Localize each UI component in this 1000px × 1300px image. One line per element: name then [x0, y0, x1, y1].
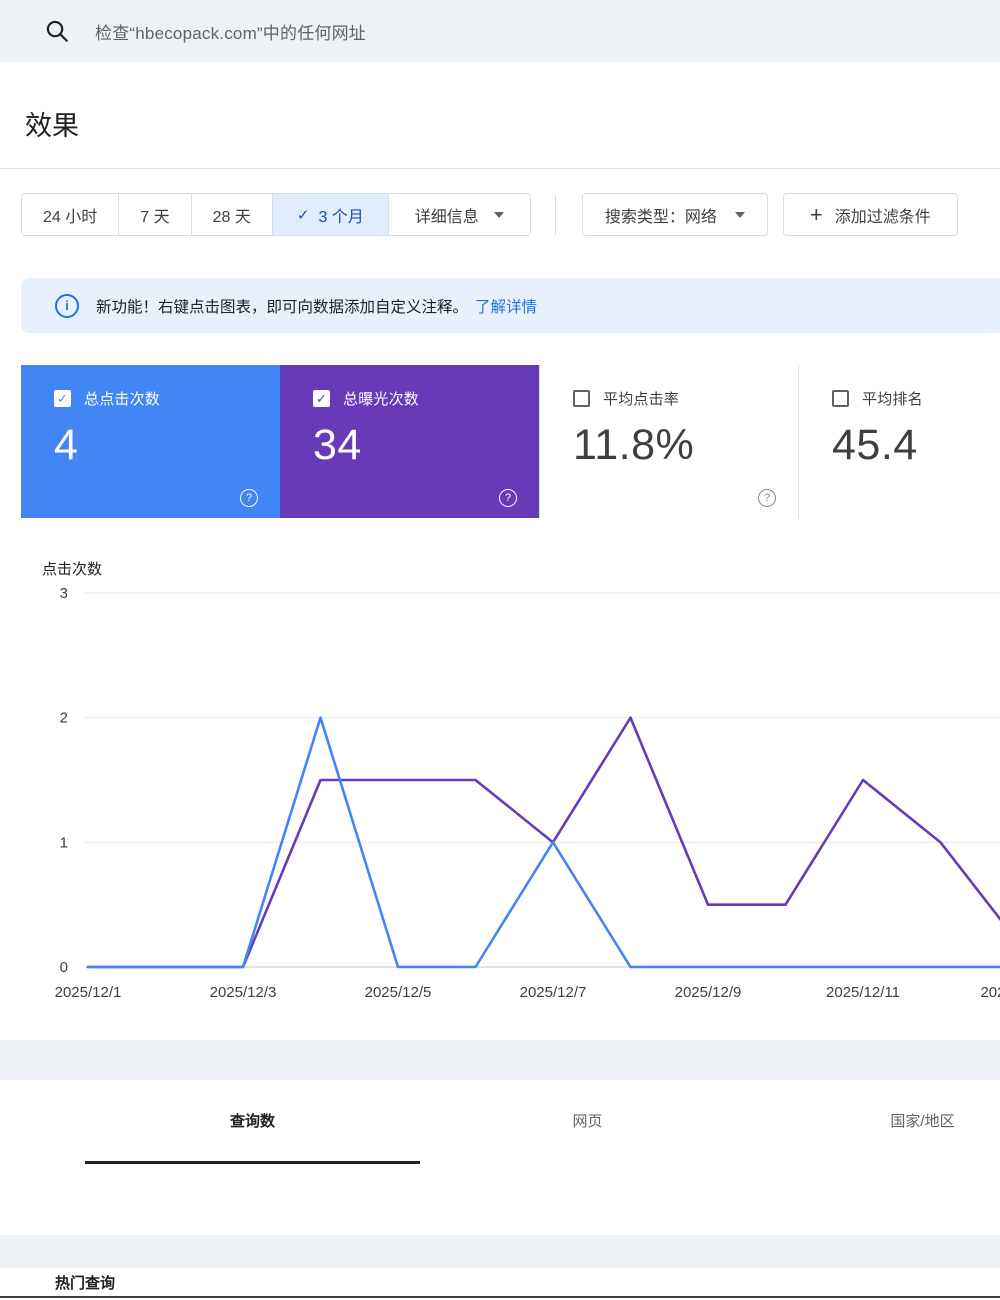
- learn-more-link[interactable]: 了解详情: [475, 295, 537, 317]
- svg-text:2025/12/5: 2025/12/5: [365, 984, 432, 1001]
- avg-position-card[interactable]: 平均排名 45.4 ?: [798, 365, 1000, 518]
- date-range-7d-label: 7 天: [140, 208, 170, 226]
- svg-text:2025/12/1: 2025/12/1: [55, 984, 122, 1001]
- add-filter-button[interactable]: + 添加过滤条件: [782, 193, 958, 236]
- avg-ctr-value: 11.8%: [573, 421, 695, 469]
- date-range-24h-button[interactable]: 24 小时: [22, 194, 119, 235]
- avg-ctr-card[interactable]: 平均点击率 11.8% ?: [539, 365, 798, 518]
- top-queries-header: 热门查询: [55, 1275, 116, 1292]
- toolbar-divider: [554, 194, 556, 235]
- page-title: 效果: [25, 111, 79, 141]
- total-impressions-label: 总曝光次数: [343, 391, 420, 408]
- tab-pages[interactable]: 网页: [420, 1080, 755, 1164]
- new-feature-banner: i 新功能！右键点击图表，即可向数据添加自定义注释。 了解详情: [21, 278, 1000, 333]
- total-impressions-card-header: ✓ 总曝光次数: [313, 388, 539, 409]
- total-impressions-value: 34: [313, 421, 362, 469]
- tab-countries[interactable]: 国家/地区: [755, 1080, 1000, 1164]
- svg-text:2: 2: [60, 710, 68, 727]
- performance-chart[interactable]: 0 1 2 3 点击次数 2025/12/1 2025/12/3 2025/12/5 2025/…: [0, 540, 1000, 1010]
- svg-text:2025/12/3: 2025/12/3: [210, 984, 277, 1001]
- url-inspection-placeholder[interactable]: 检查“hbecopack.com”中的任何网址: [95, 19, 366, 44]
- date-range-28d-label: 28 天: [212, 208, 251, 226]
- avg-position-value: 45.4: [832, 421, 918, 469]
- svg-text:3: 3: [60, 585, 68, 602]
- details-dropdown-button[interactable]: 详细信息: [387, 194, 530, 235]
- svg-text:点击次数: 点击次数: [42, 561, 102, 578]
- svg-text:1: 1: [60, 834, 68, 851]
- search-type-dropdown[interactable]: 搜索类型：网络: [581, 193, 768, 236]
- date-range-7d-button[interactable]: 7 天: [118, 194, 191, 235]
- date-range-28d-button[interactable]: 28 天: [190, 194, 272, 235]
- total-impressions-card[interactable]: ✓ 总曝光次数 34 ?: [280, 365, 539, 518]
- help-icon[interactable]: ?: [240, 489, 258, 507]
- help-icon[interactable]: ?: [499, 489, 517, 507]
- search-type-label: 搜索类型：网络: [604, 208, 717, 226]
- svg-text:2025/12/11: 2025/12/11: [826, 984, 900, 1001]
- info-icon: i: [55, 293, 79, 318]
- svg-text:2025/12/13: 2025/12/13: [980, 984, 1000, 1001]
- total-clicks-card[interactable]: ✓ 总点击次数 4 ?: [21, 365, 280, 518]
- date-range-24h-label: 24 小时: [43, 208, 98, 226]
- search-icon[interactable]: [44, 18, 70, 44]
- date-range-group: 24 小时 7 天 28 天 ✓ 3 个月 详细信息: [21, 193, 531, 236]
- total-clicks-card-header: ✓ 总点击次数: [54, 388, 280, 409]
- chevron-down-icon: [734, 211, 745, 218]
- avg-position-label: 平均排名: [862, 391, 923, 408]
- filter-toolbar: 24 小时 7 天 28 天 ✓ 3 个月 详细信息 搜索类型：网络 + 添加过…: [21, 193, 958, 236]
- help-icon[interactable]: ?: [758, 489, 776, 507]
- plus-icon: +: [809, 201, 823, 227]
- section-gap: [0, 1040, 1000, 1080]
- dimension-tabs: 查询数 网页 国家/地区: [85, 1080, 1000, 1164]
- date-range-3mo-label: 3 个月: [318, 208, 364, 226]
- checkbox-checked-icon[interactable]: ✓: [54, 390, 71, 407]
- date-range-3mo-button[interactable]: ✓ 3 个月: [271, 194, 388, 235]
- banner-text: 新功能！右键点击图表，即可向数据添加自定义注释。: [96, 298, 469, 316]
- chevron-down-icon: [493, 211, 504, 218]
- tab-queries[interactable]: 查询数: [85, 1080, 420, 1164]
- svg-text:0: 0: [60, 959, 68, 976]
- checkbox-unchecked-icon[interactable]: [832, 390, 849, 407]
- performance-chart-svg[interactable]: 0 1 2 3 点击次数 2025/12/1 2025/12/3 2025/12/5 2025/…: [0, 540, 1000, 1010]
- total-clicks-value: 4: [54, 421, 79, 469]
- metric-cards: ✓ 总点击次数 4 ? ✓ 总曝光次数 34 ? 平均点击率 11.8% ? 平…: [21, 365, 1000, 518]
- section-gap: [0, 1235, 1000, 1268]
- add-filter-label: 添加过滤条件: [834, 208, 931, 226]
- details-label: 详细信息: [414, 208, 479, 226]
- total-clicks-label: 总点击次数: [84, 391, 161, 408]
- svg-text:2025/12/7: 2025/12/7: [520, 984, 587, 1001]
- avg-ctr-card-header: 平均点击率: [573, 388, 798, 409]
- avg-ctr-label: 平均点击率: [603, 391, 680, 408]
- svg-text:2025/12/9: 2025/12/9: [675, 984, 742, 1001]
- avg-position-card-header: 平均排名: [832, 388, 1000, 409]
- table-header-divider: [0, 1296, 1000, 1298]
- checkbox-checked-icon[interactable]: ✓: [313, 390, 330, 407]
- check-icon: ✓: [296, 206, 310, 224]
- url-inspection-bar[interactable]: 检查“hbecopack.com”中的任何网址: [0, 0, 1000, 62]
- header-divider: [0, 168, 1000, 169]
- checkbox-unchecked-icon[interactable]: [573, 390, 590, 407]
